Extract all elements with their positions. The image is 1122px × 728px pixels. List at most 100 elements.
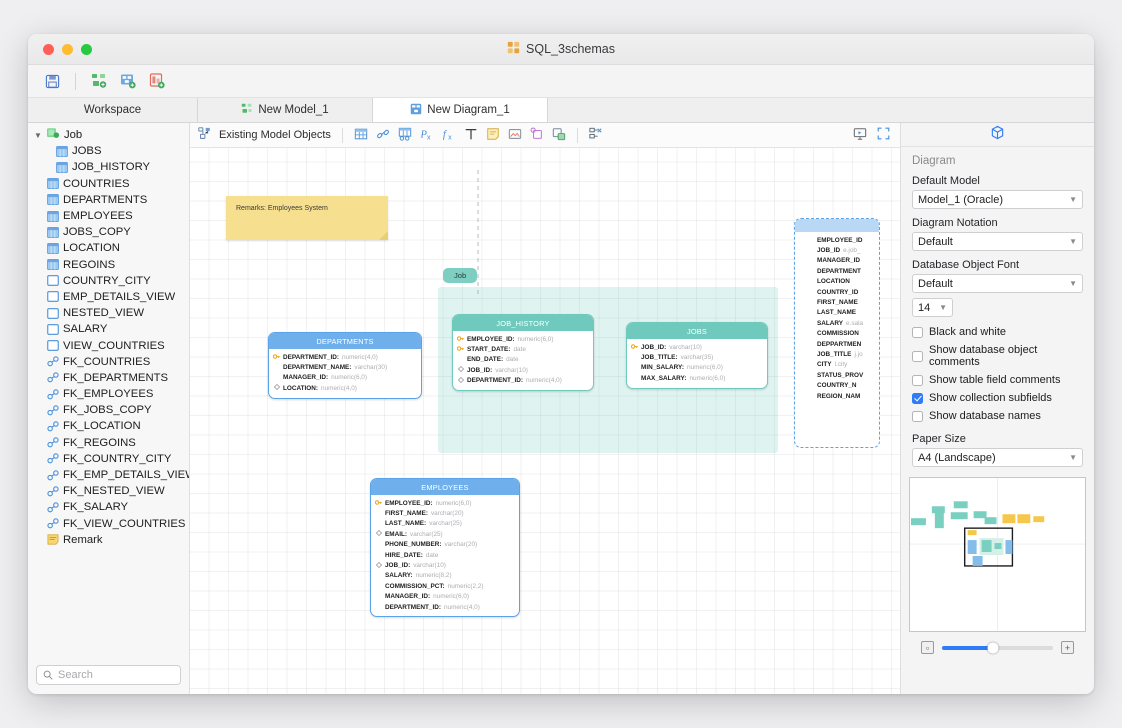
container-tool-icon[interactable] (552, 127, 566, 144)
tree-item-nested_view[interactable]: NESTED_VIEW (28, 305, 189, 321)
checkbox-row-2[interactable]: Show table field comments (912, 374, 1083, 386)
chevron-down-icon[interactable]: ▼ (34, 131, 43, 140)
er-table-employees[interactable]: EMPLOYEES EMPLOYEE_ID: numeric(6,0) FIRST_N… (370, 478, 520, 618)
partial-field-row: JOB_ID e.job_ (799, 245, 875, 255)
tree-item-jobs[interactable]: JOBS (28, 143, 189, 159)
table-tool-icon[interactable] (354, 127, 368, 144)
er-table-job_history[interactable]: JOB_HISTORY EMPLOYEE_ID: numeric(6,0) START… (452, 314, 594, 391)
close-window-button[interactable] (43, 43, 54, 55)
tree-item-label: FK_EMP_DETAILS_VIEW (63, 469, 189, 482)
er-field-name: EMAIL: (385, 530, 408, 538)
tree-item-jobs_copy[interactable]: JOBS_COPY (28, 224, 189, 240)
table-icon (47, 259, 59, 271)
view-tool-icon[interactable] (398, 127, 412, 144)
function-tool-icon[interactable]: f x (442, 127, 456, 144)
shape-tool-icon[interactable] (530, 127, 544, 144)
tree-item-salary[interactable]: SALARY (28, 321, 189, 337)
tree-item-label: JOBS_COPY (63, 226, 131, 239)
zoom-out-icon[interactable]: ▫ (921, 641, 934, 654)
tree-item-fk_salary[interactable]: FK_SALARY (28, 499, 189, 515)
existing-model-objects-label[interactable]: Existing Model Objects (219, 129, 331, 141)
tree-item-fk_departments[interactable]: FK_DEPARTMENTS (28, 370, 189, 386)
zoom-in-icon[interactable]: + (1061, 641, 1074, 654)
tree-item-country_city[interactable]: COUNTRY_CITY (28, 273, 189, 289)
table-icon (56, 145, 68, 157)
er-table-departments[interactable]: DEPARTMENTS DEPARTMENT_ID: numeric(4,0) DEP… (268, 332, 422, 399)
default-model-label: Default Model (912, 175, 980, 187)
tree-item-view_countries[interactable]: VIEW_COUNTRIES (28, 337, 189, 353)
tab-new-model-1[interactable]: New Model_1 (198, 98, 373, 122)
tree-item-fk_emp_details_view[interactable]: FK_EMP_DETAILS_VIEW (28, 467, 189, 483)
tree-item-label: NESTED_VIEW (63, 307, 144, 320)
partial-view-table[interactable]: EMPLOYEE_ID JOB_ID e.job_ MANAGER_ID DEPARTM… (794, 218, 880, 448)
relation-tool-icon[interactable] (376, 127, 390, 144)
layout-tool-icon[interactable] (589, 127, 603, 144)
checkbox-row-1[interactable]: Show database object comments (912, 344, 1083, 368)
tab-workspace[interactable]: Workspace (28, 98, 198, 122)
tree-item-location[interactable]: LOCATION (28, 240, 189, 256)
tree-item-fk_view_countries[interactable]: FK_VIEW_COUNTRIES (28, 516, 189, 532)
tree-item-employees[interactable]: EMPLOYEES (28, 208, 189, 224)
checkbox-unchecked[interactable] (912, 326, 923, 338)
diagram-notation-select[interactable]: Default ▼ (912, 232, 1083, 251)
tree-item-fk_employees[interactable]: FK_EMPLOYEES (28, 386, 189, 402)
presentation-icon[interactable] (853, 127, 867, 144)
new-report-icon[interactable] (146, 70, 168, 92)
tree-item-countries[interactable]: COUNTRIES (28, 176, 189, 192)
checkbox-unchecked[interactable] (912, 374, 923, 386)
minimap[interactable] (909, 477, 1086, 632)
paper-size-select[interactable]: A4 (Landscape) ▼ (912, 448, 1083, 467)
tree-item-emp_details_view[interactable]: EMP_DETAILS_VIEW (28, 289, 189, 305)
er-field-row: JOB_TITLE: varchar(35) (631, 352, 762, 362)
checkbox-unchecked[interactable] (912, 350, 923, 362)
text-tool-icon[interactable] (464, 127, 478, 144)
tree-item-remark[interactable]: Remark (28, 532, 189, 548)
er-field-name: SALARY: (385, 572, 413, 580)
diagram-canvas[interactable]: Job Remarks: Employees System DEPARTMENT… (190, 148, 900, 694)
save-icon[interactable] (41, 70, 63, 92)
zoom-slider[interactable] (942, 642, 1053, 653)
tree-item-job_history[interactable]: JOB_HISTORY (28, 159, 189, 175)
checkbox-row-4[interactable]: Show database names (912, 410, 1083, 422)
tree-item-fk_jobs_copy[interactable]: FK_JOBS_COPY (28, 402, 189, 418)
tree-item-fk_country_city[interactable]: FK_COUNTRY_CITY (28, 451, 189, 467)
procedure-tool-icon[interactable]: P x (419, 127, 434, 144)
maximize-window-button[interactable] (81, 43, 92, 55)
diagram-group-label[interactable]: Job (443, 268, 478, 283)
er-field-type: varchar(35) (680, 354, 714, 362)
tree-item-fk_regoins[interactable]: FK_REGOINS (28, 435, 189, 451)
new-model-icon[interactable] (88, 70, 110, 92)
image-tool-icon[interactable] (508, 127, 522, 144)
note-tool-icon[interactable] (486, 127, 500, 144)
database-object-font-select[interactable]: Default ▼ (912, 274, 1083, 293)
window-controls[interactable] (43, 43, 92, 55)
tree-item-fk_location[interactable]: FK_LOCATION (28, 418, 189, 434)
checkbox-unchecked[interactable] (912, 410, 923, 422)
object-tree[interactable]: ▼ Job JOBS JOB_HISTORY COUNTRIES DEPARTMENT… (28, 123, 189, 659)
tree-item-label: DEPARTMENTS (63, 193, 148, 206)
checkbox-checked[interactable] (912, 392, 923, 404)
default-model-select[interactable]: Model_1 (Oracle) ▼ (912, 190, 1083, 209)
checkbox-row-0[interactable]: Black and white (912, 326, 1083, 338)
search-input[interactable]: Search (36, 665, 181, 685)
er-field-name: LOCATION: (283, 384, 319, 392)
partial-field-row: DEPPARTMEN (799, 339, 875, 349)
fullscreen-icon[interactable] (877, 127, 890, 143)
checkbox-row-3[interactable]: Show collection subfields (912, 392, 1083, 404)
tree-root-job[interactable]: ▼ Job (28, 127, 189, 143)
tree-item-regoins[interactable]: REGOINS (28, 257, 189, 273)
new-diagram-icon[interactable] (117, 70, 139, 92)
tree-item-fk_nested_view[interactable]: FK_NESTED_VIEW (28, 483, 189, 499)
cube-icon[interactable] (990, 125, 1005, 145)
minimap-wrap: ▫ + (909, 477, 1086, 654)
tree-item-fk_countries[interactable]: FK_COUNTRIES (28, 354, 189, 370)
er-table-jobs[interactable]: JOBS JOB_ID: varchar(10) JOB_TITLE: varchar(… (626, 322, 768, 389)
font-size-select[interactable]: 14 ▼ (912, 298, 953, 317)
tab-new-diagram-1[interactable]: New Diagram_1 (373, 98, 548, 122)
er-table-header: EMPLOYEES (371, 479, 519, 495)
minimize-window-button[interactable] (62, 43, 73, 55)
partial-field-row: STATUS_PROV (799, 370, 875, 380)
zoom-slider-knob[interactable] (987, 642, 999, 653)
diagram-note[interactable]: Remarks: Employees System (226, 196, 388, 240)
tree-item-departments[interactable]: DEPARTMENTS (28, 192, 189, 208)
